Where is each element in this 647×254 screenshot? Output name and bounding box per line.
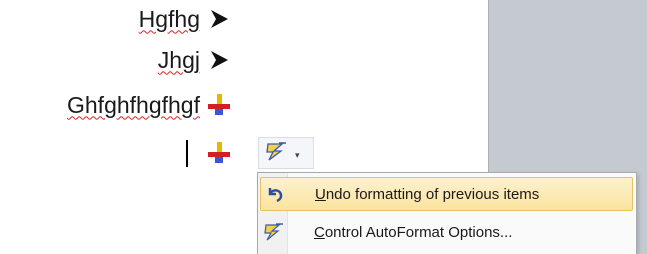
- menu-item-label: Undo formatting of previous items: [315, 185, 540, 203]
- undo-icon: [261, 180, 289, 208]
- colored-cross-bullet-icon: [206, 92, 232, 118]
- autoformat-lightning-icon: [265, 140, 289, 167]
- chevron-down-icon: ▾: [295, 149, 300, 160]
- control-autoformat-options-menu-item[interactable]: Control AutoFormat Options...: [260, 215, 633, 249]
- colored-cross-bullet-icon: [206, 140, 232, 166]
- autoformat-options-menu: Undo formatting of previous items Contro…: [257, 172, 637, 254]
- list-item[interactable]: Ghfghfhgfhgf: [67, 90, 232, 120]
- text-cursor: [186, 139, 188, 167]
- list-item-text[interactable]: Jhgj: [158, 47, 200, 74]
- autoformat-options-icon: [260, 218, 288, 246]
- autocorrect-options-button[interactable]: ▾: [258, 137, 314, 169]
- arrowhead-bullet-icon: [206, 6, 232, 32]
- list-item[interactable]: Jhgj: [158, 45, 232, 75]
- list-item-text[interactable]: Hgfhg: [139, 6, 200, 33]
- list-item[interactable]: [186, 138, 232, 168]
- undo-formatting-menu-item[interactable]: Undo formatting of previous items: [260, 177, 633, 211]
- list-item-text[interactable]: Ghfghfhgfhgf: [67, 92, 200, 119]
- arrowhead-bullet-icon: [206, 47, 232, 73]
- list-item[interactable]: Hgfhg: [139, 4, 232, 34]
- menu-item-label: Control AutoFormat Options...: [314, 223, 513, 241]
